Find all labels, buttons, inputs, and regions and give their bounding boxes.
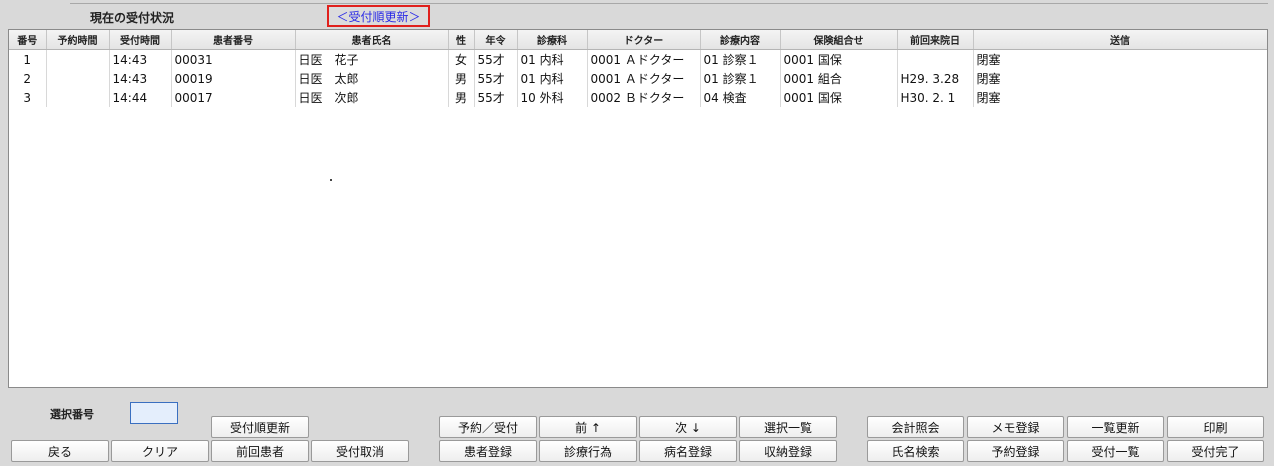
cell-insurance: 0001 国保 [780, 88, 898, 107]
name-search-button[interactable]: 氏名検索 [867, 440, 964, 462]
cell-age: 55才 [474, 88, 518, 107]
reorder-link-label: ＜受付順更新＞ [336, 9, 421, 24]
cell-department: 01 内科 [517, 49, 588, 69]
reception-table: 番号 予約時間 受付時間 患者番号 患者氏名 性 年令 診療科 ドクター 診療内… [9, 30, 1267, 107]
stray-dot [330, 179, 332, 181]
header-divider [70, 3, 1268, 4]
cell-patient-name: 日医 次郎 [295, 88, 449, 107]
reorder-link[interactable]: ＜受付順更新＞ [327, 5, 430, 27]
payment-registration-button[interactable]: 収納登録 [739, 440, 837, 462]
cell-department: 10 外科 [517, 88, 588, 107]
column-header-patient-id[interactable]: 患者番号 [171, 30, 296, 50]
cell-patient-name: 日医 太郎 [295, 69, 449, 88]
cell-reservation-time [46, 88, 110, 107]
cell-insurance: 0001 国保 [780, 49, 898, 69]
reception-table-panel: 番号 予約時間 受付時間 患者番号 患者氏名 性 年令 診療科 ドクター 診療内… [8, 29, 1268, 388]
reorder-button[interactable]: 受付順更新 [211, 416, 309, 438]
clear-button[interactable]: クリア [111, 440, 209, 462]
page-title: 現在の受付状況 [90, 11, 175, 25]
cell-transmission: 閉塞 [973, 88, 1267, 107]
previous-patient-button[interactable]: 前回患者 [211, 440, 309, 462]
reservation-registration-button[interactable]: 予約登録 [967, 440, 1064, 462]
cell-number: 1 [9, 49, 47, 69]
column-header-patient-name[interactable]: 患者氏名 [295, 30, 449, 50]
column-header-doctor[interactable]: ドクター [587, 30, 701, 50]
cell-department: 01 内科 [517, 69, 588, 88]
table-row[interactable]: 2 14:43 00019 日医 太郎 男 55才 01 内科 0001 Ａドク… [9, 69, 1267, 88]
cell-doctor: 0002 Ｂドクター [587, 88, 701, 107]
cell-last-visit: H30. 2. 1 [897, 88, 974, 107]
column-header-treatment[interactable]: 診療内容 [700, 30, 781, 50]
prev-button[interactable]: 前 ↑ [539, 416, 637, 438]
cell-age: 55才 [474, 69, 518, 88]
selection-number-input[interactable] [130, 402, 178, 424]
column-header-transmission[interactable]: 送信 [973, 30, 1267, 50]
column-header-number[interactable]: 番号 [9, 30, 47, 50]
patient-registration-button[interactable]: 患者登録 [439, 440, 537, 462]
table-row[interactable]: 3 14:44 00017 日医 次郎 男 55才 10 外科 0002 Ｂドク… [9, 88, 1267, 107]
cell-sex: 男 [448, 88, 475, 107]
column-header-insurance[interactable]: 保険組合せ [780, 30, 898, 50]
cell-number: 3 [9, 88, 47, 107]
cell-treatment: 01 診察１ [700, 49, 781, 69]
account-inquiry-button[interactable]: 会計照会 [867, 416, 964, 438]
next-button[interactable]: 次 ↓ [639, 416, 737, 438]
selection-list-button[interactable]: 選択一覧 [739, 416, 837, 438]
cancel-reception-button[interactable]: 受付取消 [311, 440, 409, 462]
reception-list-button[interactable]: 受付一覧 [1067, 440, 1164, 462]
column-header-last-visit[interactable]: 前回来院日 [897, 30, 974, 50]
cell-reception-time: 14:44 [109, 88, 172, 107]
cell-sex: 男 [448, 69, 475, 88]
cell-insurance: 0001 組合 [780, 69, 898, 88]
cell-last-visit [897, 49, 974, 69]
cell-transmission: 閉塞 [973, 69, 1267, 88]
selection-number-label: 選択番号 [50, 408, 94, 421]
cell-reservation-time [46, 69, 110, 88]
table-row[interactable]: 1 14:43 00031 日医 花子 女 55才 01 内科 0001 Ａドク… [9, 49, 1267, 69]
cell-reservation-time [46, 49, 110, 69]
reservation-reception-button[interactable]: 予約／受付 [439, 416, 537, 438]
cell-treatment: 01 診察１ [700, 69, 781, 88]
cell-treatment: 04 検査 [700, 88, 781, 107]
cell-last-visit: H29. 3.28 [897, 69, 974, 88]
cell-doctor: 0001 Ａドクター [587, 49, 701, 69]
print-button[interactable]: 印刷 [1167, 416, 1264, 438]
cell-patient-id: 00031 [171, 49, 296, 69]
cell-reception-time: 14:43 [109, 69, 172, 88]
cell-doctor: 0001 Ａドクター [587, 69, 701, 88]
column-header-reception-time[interactable]: 受付時間 [109, 30, 172, 50]
cell-number: 2 [9, 69, 47, 88]
reception-complete-button[interactable]: 受付完了 [1167, 440, 1264, 462]
back-button[interactable]: 戻る [11, 440, 109, 462]
list-update-button[interactable]: 一覧更新 [1067, 416, 1164, 438]
treatment-act-button[interactable]: 診療行為 [539, 440, 637, 462]
cell-reception-time: 14:43 [109, 49, 172, 69]
column-header-department[interactable]: 診療科 [517, 30, 588, 50]
cell-patient-id: 00019 [171, 69, 296, 88]
table-header-row: 番号 予約時間 受付時間 患者番号 患者氏名 性 年令 診療科 ドクター 診療内… [9, 30, 1267, 50]
column-header-reservation-time[interactable]: 予約時間 [46, 30, 110, 50]
cell-sex: 女 [448, 49, 475, 69]
cell-patient-name: 日医 花子 [295, 49, 449, 69]
cell-patient-id: 00017 [171, 88, 296, 107]
column-header-age[interactable]: 年令 [474, 30, 518, 50]
cell-age: 55才 [474, 49, 518, 69]
disease-registration-button[interactable]: 病名登録 [639, 440, 737, 462]
memo-registration-button[interactable]: メモ登録 [967, 416, 1064, 438]
cell-transmission: 閉塞 [973, 49, 1267, 69]
column-header-sex[interactable]: 性 [448, 30, 475, 50]
